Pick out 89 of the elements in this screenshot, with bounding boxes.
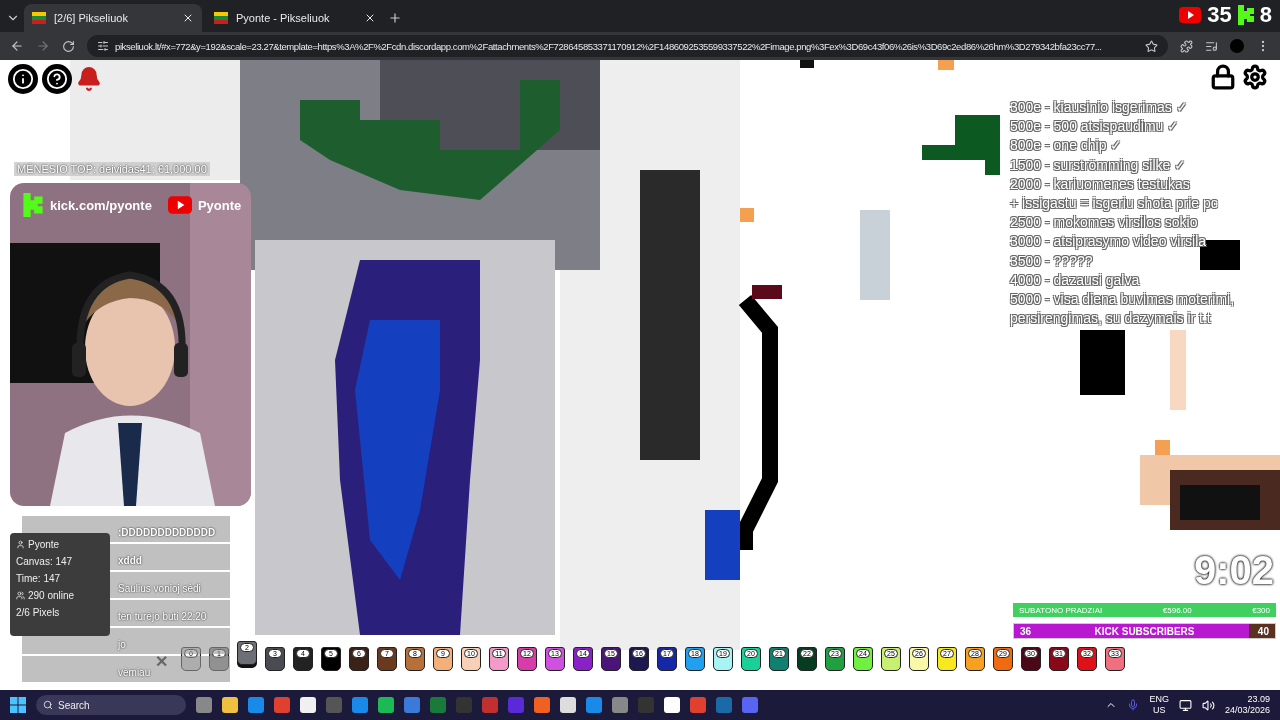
taskbar-app-icon[interactable] bbox=[560, 697, 576, 713]
kick-icon bbox=[22, 193, 44, 217]
pixel-block[interactable] bbox=[922, 115, 1000, 175]
taskbar-app-icon[interactable] bbox=[742, 697, 758, 713]
windows-icon[interactable] bbox=[10, 697, 26, 713]
stat-text: Pyonte bbox=[28, 539, 60, 550]
goal-line: 2500 - mokomes virsilos sokio bbox=[1010, 213, 1198, 233]
goal-line: + issigastu = isgeriu shota prie pc bbox=[1010, 194, 1218, 214]
volume-icon[interactable] bbox=[1201, 698, 1215, 712]
goal-line: 5000 - visa diena buvimas moterimi, bbox=[1010, 290, 1235, 310]
bar-title: KICK SUBSCRIBERS bbox=[1094, 625, 1195, 637]
taskbar-app-icon[interactable] bbox=[456, 697, 472, 713]
reload-icon[interactable] bbox=[62, 39, 75, 53]
goal-line: 4000 - dazausi galva bbox=[1010, 270, 1140, 291]
taskbar-app-icon[interactable] bbox=[274, 697, 290, 713]
bell-icon[interactable] bbox=[76, 66, 102, 92]
top-donor-banner: MĖNESIO TOP: deividas41: €1,000.00 bbox=[14, 162, 210, 176]
taskbar-app-icon[interactable] bbox=[430, 697, 446, 713]
taskbar-app-icon[interactable] bbox=[196, 697, 212, 713]
goal-line: 2000 - kariuomenes testukas bbox=[1010, 174, 1190, 194]
taskbar-app-icon[interactable] bbox=[664, 697, 680, 713]
clock-date[interactable]: 24/03/2026 bbox=[1224, 705, 1270, 716]
bar-title: SUBATONO PRADZIAI bbox=[1019, 605, 1103, 615]
taskbar-search-field[interactable]: Search bbox=[36, 695, 186, 715]
close-icon[interactable] bbox=[364, 12, 376, 24]
new-tab-icon[interactable] bbox=[388, 11, 402, 25]
goal-line: persirengimas, su dazymais ir t.t bbox=[1010, 309, 1211, 329]
bar-goal: 40 bbox=[1257, 625, 1269, 637]
bar-count: 36 bbox=[1020, 625, 1032, 637]
taskbar-app-icon[interactable] bbox=[638, 697, 654, 713]
goal-line: 800e - one chip ✓ bbox=[1010, 136, 1123, 156]
pixel-art-drawing[interactable] bbox=[1140, 440, 1280, 530]
goal-line: 3500 - ????? bbox=[1010, 251, 1093, 271]
youtube-icon bbox=[1179, 7, 1202, 23]
browser-tab[interactable]: Pyonte - Pikseliuok bbox=[206, 4, 384, 32]
extensions-icon[interactable] bbox=[1180, 39, 1193, 53]
microphone-icon[interactable] bbox=[1127, 699, 1140, 711]
language-indicator[interactable]: ENG bbox=[1149, 694, 1169, 705]
taskbar-app-icon[interactable] bbox=[352, 697, 368, 713]
taskbar-app-icon[interactable] bbox=[586, 697, 602, 713]
region-indicator[interactable]: US bbox=[1152, 705, 1166, 716]
goal-line: 300e - kiausinio isgerimas ✓ bbox=[1010, 98, 1188, 118]
taskbar-app-icon[interactable] bbox=[404, 697, 420, 713]
goal-line: 1500 - surströmming silke ✓ bbox=[1010, 155, 1187, 175]
media-icon[interactable] bbox=[1205, 39, 1218, 53]
taskbar-app-icon[interactable] bbox=[300, 697, 316, 713]
clock-time[interactable]: 23.09 bbox=[1247, 694, 1270, 705]
taskbar-app-icon[interactable] bbox=[716, 697, 732, 713]
info-icon[interactable] bbox=[8, 64, 38, 94]
browser-tab[interactable]: [2/6] Pikseliuok bbox=[24, 4, 202, 32]
taskbar-app-icon[interactable] bbox=[378, 697, 394, 713]
stat-text: Time: 147 bbox=[16, 573, 61, 584]
stat-text: 2/6 Pixels bbox=[16, 607, 60, 618]
stat-text: Canvas: 147 bbox=[16, 556, 73, 567]
site-info-icon[interactable] bbox=[97, 40, 109, 52]
flag-icon bbox=[32, 12, 46, 24]
goal-line: 500e - 500 atsispaudimu ✓ bbox=[1010, 117, 1180, 137]
taskbar-app-icon[interactable] bbox=[534, 697, 550, 713]
countdown-timer: 9:02 bbox=[1193, 548, 1274, 593]
close-icon[interactable] bbox=[182, 12, 194, 24]
taskbar-app-icon[interactable] bbox=[222, 697, 238, 713]
help-icon[interactable] bbox=[42, 64, 72, 94]
stat-text: 290 online bbox=[28, 590, 75, 601]
users-icon bbox=[16, 591, 25, 600]
kick-icon bbox=[1237, 5, 1254, 25]
bookmark-icon[interactable] bbox=[1145, 39, 1158, 53]
taskbar-app-icon[interactable] bbox=[690, 697, 706, 713]
profile-avatar[interactable] bbox=[1230, 39, 1244, 53]
youtube-channel: Pyonte bbox=[197, 197, 242, 213]
back-icon[interactable] bbox=[10, 39, 24, 53]
pixel-figure-drawing[interactable] bbox=[240, 60, 600, 635]
bar-goal: €300 bbox=[1252, 605, 1270, 615]
goal-line: 3000 - atsiprasymo video virsila bbox=[1010, 232, 1207, 252]
bar-amount: €596.00 bbox=[1162, 605, 1192, 615]
pixel-outline[interactable] bbox=[737, 294, 778, 550]
taskbar-app-icon[interactable] bbox=[508, 697, 524, 713]
viewer-count: 8 bbox=[1259, 2, 1272, 28]
taskbar-app-icon[interactable] bbox=[248, 697, 264, 713]
address-bar[interactable]: pikseliuok.lt/#x=772&y=192&scale=23.27&template=https%3A%2F%2Fcdn.discordapp.com%2Fattachments%2F728645853371170912%2F1486092535599337522%2Fimage.png%3Fex%3D69c43f06%26is%3D69c2ed86%26hm%3D279342bfa23cc77... bbox=[87, 35, 1168, 57]
lock-icon[interactable] bbox=[1210, 64, 1236, 90]
viewer-count: 35 bbox=[1207, 2, 1232, 28]
flag-icon bbox=[214, 12, 228, 24]
taskbar-app-icon[interactable] bbox=[326, 697, 342, 713]
forward-icon[interactable] bbox=[36, 39, 50, 53]
taskbar-app-icon[interactable] bbox=[482, 697, 498, 713]
settings-icon[interactable] bbox=[1242, 64, 1268, 90]
user-icon bbox=[16, 540, 25, 549]
taskbar-app-icon[interactable] bbox=[612, 697, 628, 713]
search-icon[interactable] bbox=[43, 700, 53, 710]
